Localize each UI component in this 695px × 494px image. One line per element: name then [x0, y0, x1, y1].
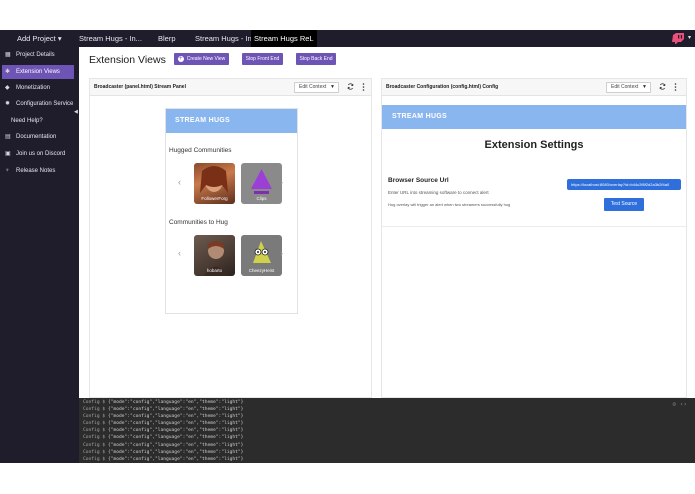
stream-hugs-panel: STREAM HUGS Hugged Communities ‹ Followe… — [165, 108, 298, 314]
enter-url-hint: Enter URL into streaming software to con… — [388, 190, 489, 195]
document-icon: ▤ — [5, 134, 11, 140]
stop-back-end-button[interactable]: Stop Back End — [296, 53, 336, 65]
add-project-button[interactable]: Add Project ▾ — [17, 30, 62, 47]
puzzle-icon: ✱ — [5, 69, 11, 75]
panel-title: Broadcaster (panel.html) Stream Panel — [94, 84, 186, 90]
gear-icon: ✹ — [5, 101, 11, 107]
hugged-communities-label: Hugged Communities — [169, 147, 232, 154]
sidebar-item-label: Release Notes — [16, 168, 56, 174]
sidebar-item-project-details[interactable]: ▦ Project Details — [0, 48, 75, 62]
community-name: Clips — [256, 196, 267, 201]
extension-view-panel: Broadcaster (panel.html) Stream Panel Ed… — [89, 78, 372, 398]
sidebar-item-configuration-service[interactable]: ✹ Configuration Service — [0, 97, 75, 111]
add-project-label: Add Project — [17, 34, 56, 43]
chat-icon: ▣ — [5, 151, 11, 157]
edit-context-select[interactable]: Edit Context ▼ — [606, 82, 651, 93]
caret-down-icon: ▼ — [642, 84, 647, 90]
panel-header: Broadcaster (panel.html) Stream Panel Ed… — [90, 79, 371, 96]
project-tab[interactable]: Stream Hugs - In... — [195, 30, 258, 47]
dev-rig-app: Add Project ▾ Stream Hugs - In... Blerp … — [0, 0, 695, 494]
edit-context-value: Edit Context — [299, 84, 327, 90]
edit-context-value: Edit Context — [611, 84, 639, 90]
test-source-button[interactable]: Test Source — [604, 198, 644, 211]
project-tab[interactable]: Blerp — [158, 30, 176, 47]
top-bar: Add Project ▾ Stream Hugs - In... Blerp … — [0, 30, 695, 47]
sidebar-item-monetization[interactable]: ◆ Monetization — [0, 81, 75, 95]
console-line: Config $ {"mode":"config","language":"en… — [83, 456, 244, 462]
diamond-icon: ◆ — [5, 85, 10, 91]
sidebar-item-label: Monetization — [16, 85, 51, 91]
community-thumbnail[interactable]: Clips — [241, 163, 282, 204]
grid-icon: ▦ — [5, 52, 11, 58]
carousel-next-icon[interactable]: › — [280, 248, 283, 258]
notes-icon: ♆ — [5, 168, 10, 174]
browser-source-url-label: Browser Source Url — [388, 177, 449, 184]
browser-source-url-field[interactable]: https://localhost:8080/overlay?id=b44c2f… — [567, 179, 681, 190]
twitch-glitch-icon[interactable] — [672, 33, 684, 44]
sidebar-item-extension-views[interactable]: ✱ Extension Views — [2, 65, 74, 79]
hug-overlay-hint: Hug overlay will trigger an alert when t… — [388, 202, 511, 207]
console-line: Config $ {"mode":"config","language":"en… — [83, 435, 244, 441]
chevron-down-icon[interactable]: ▾ — [688, 30, 691, 47]
communities-to-hug-label: Communities to Hug — [169, 219, 228, 226]
stream-hugs-header: STREAM HUGS — [382, 105, 686, 129]
config-view: STREAM HUGS Extension Settings Browser S… — [382, 105, 686, 227]
sidebar-item-label: Project Details — [16, 52, 55, 58]
console-line: Config $ {"mode":"config","language":"en… — [83, 442, 244, 448]
carousel-prev-icon[interactable]: ‹ — [178, 177, 181, 187]
console-line: Config $ {"mode":"config","language":"en… — [83, 400, 244, 405]
extension-config-panel: Broadcaster Configuration (config.html) … — [381, 78, 687, 398]
console-line: Config $ {"mode":"config","language":"en… — [83, 449, 244, 455]
panel-header: Broadcaster Configuration (config.html) … — [382, 79, 686, 96]
console-line: Config $ {"mode":"config","language":"en… — [83, 428, 244, 434]
sidebar-item-label: Configuration Service — [16, 101, 74, 107]
community-thumbnail[interactable]: FollowerForg — [194, 163, 235, 204]
plus-circle-icon: + — [177, 56, 184, 62]
community-name: hobarto — [206, 268, 223, 273]
panel-title: Broadcaster Configuration (config.html) … — [386, 84, 499, 90]
create-new-view-button[interactable]: + Create New View — [174, 53, 229, 65]
console-line: Config $ {"mode":"config","language":"en… — [83, 407, 244, 413]
sidebar-item-release-notes[interactable]: ♆ Release Notes — [0, 164, 75, 178]
sidebar-need-help: Need Help? — [11, 118, 43, 124]
extension-settings-title: Extension Settings — [484, 139, 584, 151]
sidebar-item-discord[interactable]: ▣ Join us on Discord — [0, 147, 75, 161]
sidebar-item-label: Join us on Discord — [16, 151, 66, 157]
edit-context-select[interactable]: Edit Context ▼ — [294, 82, 339, 93]
page-title: Extension Views — [89, 54, 166, 66]
chevron-down-icon: ▾ — [57, 34, 62, 43]
sidebar-item-label: Documentation — [16, 134, 57, 140]
stop-front-end-button[interactable]: Stop Front End — [242, 53, 283, 65]
collapse-sidebar-icon[interactable]: ◀ — [74, 109, 78, 115]
sidebar-item-label: Extension Views — [16, 69, 60, 75]
carousel-prev-icon[interactable]: ‹ — [178, 248, 181, 258]
community-thumbnail[interactable]: CheezyHeist — [241, 235, 282, 276]
community-name: CheezyHeist — [248, 268, 275, 273]
console-line: Config $ {"mode":"config","language":"en… — [83, 421, 244, 427]
refresh-icon[interactable] — [347, 83, 354, 90]
more-options-icon[interactable] — [362, 83, 365, 91]
stream-hugs-header: STREAM HUGS — [166, 109, 297, 133]
sidebar-item-documentation[interactable]: ▤ Documentation — [0, 130, 75, 144]
project-tab[interactable]: Stream Hugs - In... — [79, 30, 142, 47]
caret-down-icon: ▼ — [330, 84, 335, 90]
refresh-icon[interactable] — [659, 83, 666, 90]
community-thumbnail[interactable]: hobarto — [194, 235, 235, 276]
console-line: Config $ {"mode":"config","language":"en… — [83, 414, 244, 420]
carousel-next-icon[interactable]: › — [280, 177, 283, 187]
console-clear-icon[interactable]: ⊘ ‹› — [673, 401, 687, 408]
project-tab-active[interactable]: Stream Hugs ReL — [251, 30, 317, 47]
console-output[interactable]: Config $ {"mode":"config","language":"en… — [79, 398, 695, 463]
sidebar: ▦ Project Details ✱ Extension Views ◆ Mo… — [0, 47, 79, 463]
more-options-icon[interactable] — [674, 83, 677, 91]
create-new-view-label: Create New View — [186, 56, 226, 62]
community-name: FollowerForg — [201, 196, 228, 201]
